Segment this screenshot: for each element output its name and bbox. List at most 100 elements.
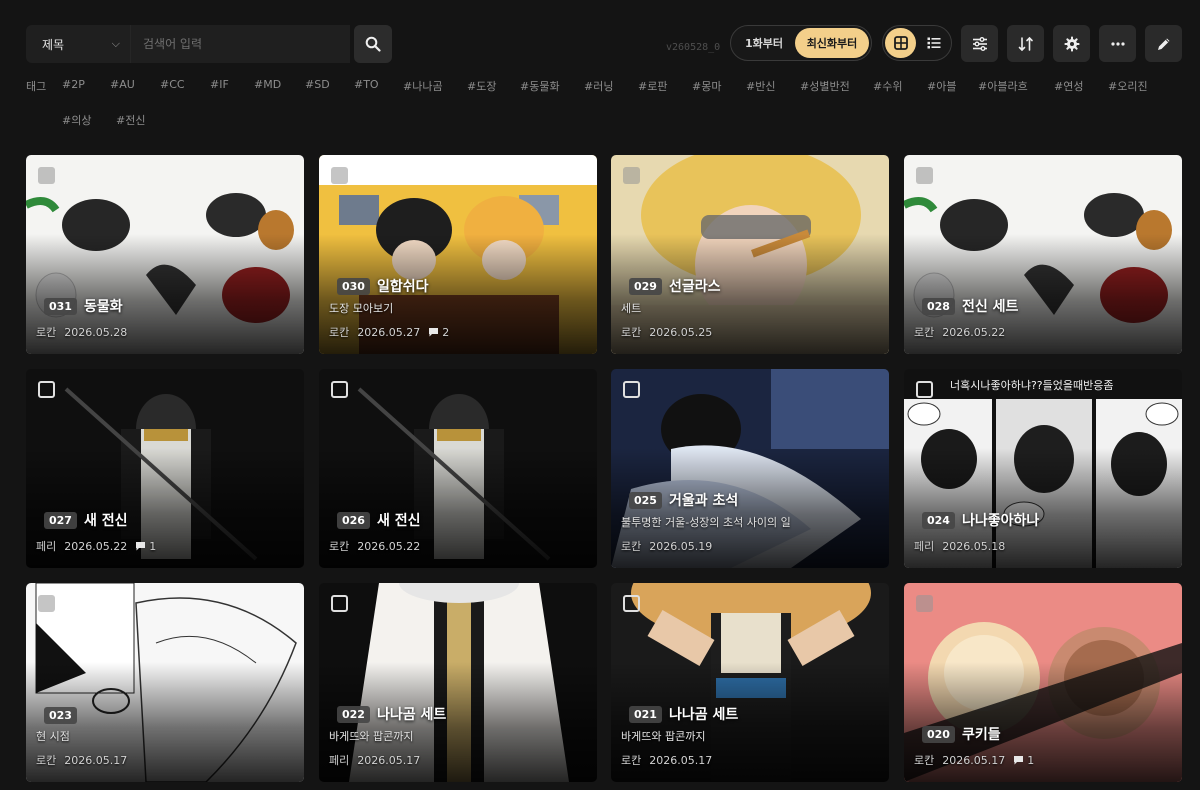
card-checkbox[interactable] (38, 381, 55, 398)
tag-item[interactable]: #MD (254, 78, 281, 91)
tag-item[interactable]: #전신 (116, 112, 145, 128)
card-author: 로칸 (914, 326, 935, 339)
tag-item[interactable]: #반신 (746, 78, 775, 94)
card-author: 로칸 (621, 754, 642, 767)
card-author: 로칸 (329, 326, 350, 339)
tag-item[interactable]: #도장 (467, 78, 496, 94)
filter-button[interactable] (961, 25, 998, 62)
card-checkbox[interactable] (331, 595, 348, 612)
post-card[interactable]: 021 나나곰 세트 바게뜨와 팝콘까지 로칸 2026.05.17 (611, 583, 889, 782)
chevron-down-icon: ⌵ (111, 37, 120, 50)
card-checkbox[interactable] (916, 381, 933, 398)
post-card[interactable]: 너혹시나좋아하냐??들었을때반응좀 024 나나좋아하나 페리 2026.05.… (904, 369, 1182, 568)
card-date: 2026.05.17 (64, 753, 128, 767)
card-checkbox[interactable] (916, 595, 933, 612)
card-title-row: 020 쿠키들 (922, 724, 1172, 744)
card-title-row: 029 선글라스 (629, 276, 879, 296)
post-card[interactable]: 030 일합쉬다 도장 모아보기 로칸 2026.05.27 2 (319, 155, 597, 354)
comment-count-value: 1 (1027, 753, 1035, 767)
tag-item[interactable]: #나나곰 (403, 78, 443, 94)
card-title-row: 021 나나곰 세트 (629, 704, 879, 724)
search-input[interactable] (130, 25, 350, 63)
card-checkbox[interactable] (38, 595, 55, 612)
tag-item[interactable]: #수위 (873, 78, 902, 94)
post-card[interactable]: 029 선글라스 세트 로칸 2026.05.25 (611, 155, 889, 354)
card-meta: 로칸 2026.05.28 (36, 324, 127, 340)
card-checkbox[interactable] (331, 167, 348, 184)
tag-item[interactable]: #연성 (1054, 78, 1083, 94)
card-date: 2026.05.22 (357, 539, 421, 553)
card-title-row: 023 (44, 707, 294, 724)
post-card[interactable]: 023 현 시점 로칸 2026.05.17 (26, 583, 304, 782)
card-title: 새 전신 (83, 513, 128, 529)
card-title-row: 027 새 전신 (44, 510, 294, 530)
version-label: v260528_0 (666, 42, 721, 53)
grid-view-button[interactable] (885, 28, 916, 58)
card-title: 전신 세트 (961, 299, 1019, 315)
card-subtitle: 바게뜨와 팝콘까지 (621, 730, 706, 743)
card-title-row: 031 동물화 (44, 296, 294, 316)
order-latest-button[interactable]: 최신화부터 (795, 28, 869, 58)
gear-icon (1064, 36, 1079, 51)
post-card[interactable]: 026 새 전신 로칸 2026.05.22 (319, 369, 597, 568)
tag-item[interactable]: #동물화 (520, 78, 560, 94)
card-title-row: 028 전신 세트 (922, 296, 1172, 316)
comment-icon (1014, 756, 1024, 765)
card-author: 로칸 (329, 540, 350, 553)
card-checkbox[interactable] (916, 167, 933, 184)
card-checkbox[interactable] (38, 167, 55, 184)
tag-item[interactable]: #아블 (927, 78, 956, 94)
card-subtitle: 도장 모아보기 (329, 302, 394, 315)
card-checkbox[interactable] (331, 381, 348, 398)
edit-button[interactable] (1145, 25, 1182, 62)
episode-number: 023 (44, 707, 77, 724)
episode-number: 031 (44, 297, 77, 315)
tag-item[interactable]: #IF (210, 78, 229, 91)
post-card[interactable]: 028 전신 세트 로칸 2026.05.22 (904, 155, 1182, 354)
card-subtitle: 바게뜨와 팝콘까지 (329, 730, 414, 743)
tag-item[interactable]: #아블라흐 (978, 78, 1028, 94)
card-title: 나나곰 세트 (376, 707, 447, 723)
search-button[interactable] (354, 25, 392, 63)
sort-button[interactable] (1007, 25, 1044, 62)
tag-label: 태그 (26, 80, 47, 93)
search-field-select[interactable]: 제목 ⌵ (26, 25, 130, 63)
card-title-row: 030 일합쉬다 (337, 276, 587, 296)
post-card[interactable]: 022 나나곰 세트 바게뜨와 팝콘까지 페리 2026.05.17 (319, 583, 597, 782)
card-checkbox[interactable] (623, 595, 640, 612)
tag-item[interactable]: #의상 (62, 112, 91, 128)
comment-count: 1 (135, 540, 156, 553)
card-title: 거울과 초석 (668, 493, 739, 509)
tag-item[interactable]: #TO (354, 78, 379, 91)
settings-button[interactable] (1053, 25, 1090, 62)
tag-item[interactable]: #2P (62, 78, 85, 91)
more-button[interactable] (1099, 25, 1136, 62)
card-subtitle: 현 시점 (36, 730, 70, 743)
tag-item[interactable]: #오리진 (1108, 78, 1148, 94)
card-meta: 로칸 2026.05.17 1 (914, 752, 1034, 768)
card-author: 로칸 (36, 754, 57, 767)
list-view-button[interactable] (918, 28, 949, 58)
card-meta: 로칸 2026.05.27 2 (329, 324, 449, 340)
order-first-button[interactable]: 1화부터 (733, 28, 795, 58)
tag-item[interactable]: #러닝 (584, 78, 613, 94)
tag-item[interactable]: #CC (160, 78, 185, 91)
tag-item[interactable]: #SD (305, 78, 330, 91)
tag-item[interactable]: #성별반전 (800, 78, 850, 94)
card-checkbox[interactable] (623, 167, 640, 184)
tag-item[interactable]: #로판 (638, 78, 667, 94)
post-card[interactable]: 031 동물화 로칸 2026.05.28 (26, 155, 304, 354)
card-checkbox[interactable] (623, 381, 640, 398)
post-card[interactable]: 027 새 전신 페리 2026.05.22 1 (26, 369, 304, 568)
list-icon (927, 37, 940, 49)
search-icon (365, 36, 381, 52)
card-meta: 로칸 2026.05.17 (621, 752, 712, 768)
card-title: 일합쉬다 (376, 279, 429, 295)
post-card[interactable]: 025 거울과 초석 불투명한 거울-성장의 초석 사이의 일 로칸 2026.… (611, 369, 889, 568)
card-title: 새 전신 (376, 513, 421, 529)
post-card[interactable]: 020 쿠키들 로칸 2026.05.17 1 (904, 583, 1182, 782)
tag-item[interactable]: #몽마 (692, 78, 721, 94)
card-subtitle: 불투명한 거울-성장의 초석 사이의 일 (621, 516, 791, 529)
comment-icon (136, 542, 146, 551)
tag-item[interactable]: #AU (110, 78, 135, 91)
